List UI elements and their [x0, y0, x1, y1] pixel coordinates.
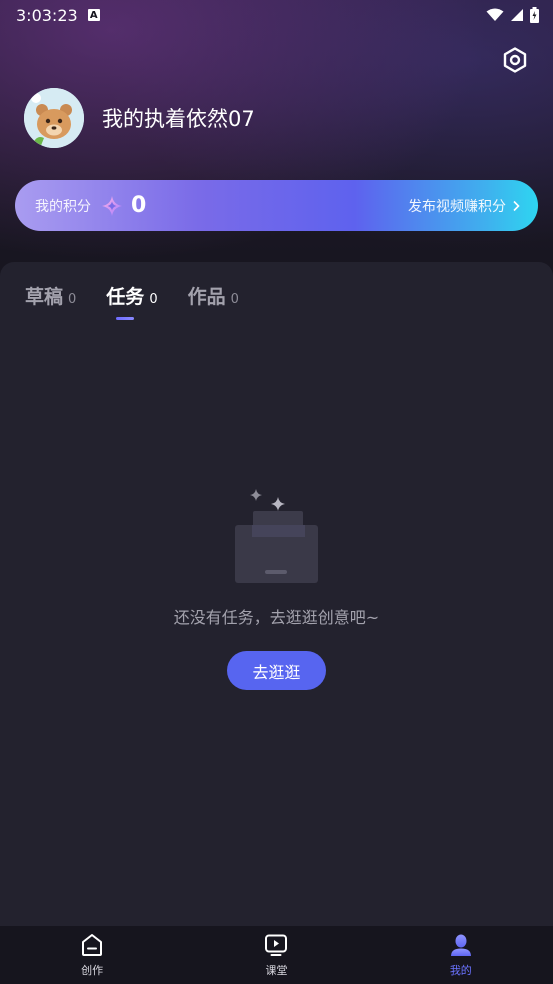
sparkle-star-icon — [102, 195, 122, 216]
notification-badge: A — [87, 9, 100, 21]
browse-button[interactable]: 去逛逛 — [227, 651, 326, 690]
points-label: 我的积分 — [35, 198, 91, 215]
nav-create[interactable]: 创作 — [0, 926, 184, 984]
earn-points-link[interactable]: 发布视频赚积分 — [408, 196, 520, 216]
wifi-icon — [486, 8, 504, 21]
tab-count: 0 — [230, 292, 239, 307]
create-icon — [82, 934, 103, 956]
status-time: 3:03:23 — [16, 5, 78, 25]
tab-drafts[interactable]: 草稿 0 — [25, 282, 76, 319]
chevron-right-icon — [513, 200, 520, 211]
bottom-navigation: 创作 课堂 我的 — [0, 926, 553, 984]
bear-avatar-icon — [24, 88, 84, 148]
empty-box-icon — [235, 489, 318, 583]
nav-label: 我的 — [449, 964, 472, 977]
earn-points-label: 发布视频赚积分 — [408, 198, 506, 215]
avatar[interactable] — [24, 88, 84, 148]
tab-works[interactable]: 作品 0 — [188, 282, 239, 319]
tab-bar: 草稿 0 任务 0 作品 0 — [25, 282, 239, 320]
settings-icon[interactable] — [501, 46, 529, 74]
status-bar: 3:03:23 A — [0, 0, 553, 30]
content-panel: 草稿 0 任务 0 作品 0 — [0, 262, 553, 926]
nav-classroom[interactable]: 课堂 — [184, 926, 368, 984]
profile-header-background — [0, 0, 553, 300]
tab-label: 草稿 — [25, 286, 64, 308]
nav-label: 创作 — [81, 964, 104, 977]
tab-tasks[interactable]: 任务 0 — [106, 282, 158, 320]
tab-count: 0 — [149, 292, 158, 307]
points-value: 0 — [131, 193, 147, 218]
profile-row[interactable]: 我的执着依然07 — [24, 88, 255, 148]
username: 我的执着依然07 — [102, 107, 255, 131]
nav-label: 课堂 — [265, 964, 288, 977]
tab-label: 作品 — [187, 286, 226, 308]
empty-state-message: 还没有任务，去逛逛创意吧~ — [173, 608, 380, 627]
nav-profile[interactable]: 我的 — [369, 926, 553, 984]
battery-icon — [530, 7, 539, 23]
signal-icon — [511, 9, 523, 21]
classroom-icon — [265, 934, 288, 956]
active-tab-indicator — [116, 317, 135, 320]
profile-icon — [450, 934, 471, 956]
tab-label: 任务 — [106, 286, 145, 308]
tab-count: 0 — [68, 292, 77, 307]
points-banner[interactable]: 我的积分 0 发布视频赚积分 — [15, 180, 538, 231]
